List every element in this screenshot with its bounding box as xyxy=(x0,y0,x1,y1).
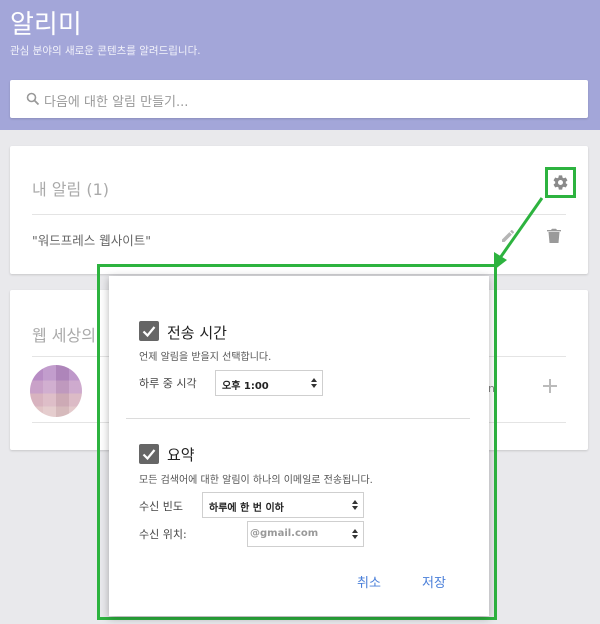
time-of-day-select[interactable]: 오후 1:00 xyxy=(215,370,323,396)
dialog-divider xyxy=(126,418,470,419)
deliver-to-select[interactable]: @gmail.com xyxy=(247,521,364,547)
save-button[interactable]: 저장 xyxy=(422,572,446,591)
select-arrows-icon xyxy=(352,529,358,539)
delivery-checkbox[interactable] xyxy=(139,321,159,341)
delivery-section-label: 전송 시간 xyxy=(167,324,227,342)
frequency-value: 하루에 한 번 이하 xyxy=(209,503,284,514)
plus-icon[interactable] xyxy=(542,378,558,394)
cancel-button[interactable]: 취소 xyxy=(357,572,381,591)
time-of-day-value: 오후 1:00 xyxy=(222,381,269,392)
digest-description: 모든 검색어에 대한 알림이 하나의 이메일로 전송됩니다. xyxy=(139,475,373,486)
my-alerts-title: 내 알림 (1) xyxy=(32,176,109,200)
check-icon xyxy=(142,449,156,461)
header-bar: 알리미 관심 분야의 새로운 콘텐츠를 알려드립니다. 다음에 대한 알림 만들… xyxy=(0,0,600,130)
digest-section-label: 요약 xyxy=(167,446,195,464)
time-of-day-label: 하루 중 시각 xyxy=(139,377,197,390)
deliver-to-value: @gmail.com xyxy=(250,528,319,539)
alert-item-label[interactable]: "워드프레스 웹사이트" xyxy=(32,230,151,249)
my-alerts-count: (1) xyxy=(86,180,110,199)
search-input[interactable]: 다음에 대한 알림 만들기... xyxy=(10,80,588,118)
alert-settings-dialog: 전송 시간 언제 알림을 받을지 선택합니다. 하루 중 시각 오후 1:00 … xyxy=(109,276,489,616)
check-icon xyxy=(142,326,156,338)
web-section-title: 웹 세상의 xyxy=(32,326,96,345)
deliver-to-label: 수신 위치: xyxy=(139,528,187,541)
delivery-description: 언제 알림을 받을지 선택합니다. xyxy=(139,352,272,363)
search-placeholder: 다음에 대한 알림 만들기... xyxy=(44,95,189,110)
select-arrows-icon xyxy=(311,378,317,388)
frequency-label: 수신 빈도 xyxy=(139,500,183,513)
app-subtitle: 관심 분야의 새로운 콘텐츠를 알려드립니다. xyxy=(10,45,201,57)
frequency-select[interactable]: 하루에 한 번 이하 xyxy=(202,492,364,518)
search-icon xyxy=(26,92,40,106)
select-arrows-icon xyxy=(352,500,358,510)
my-alerts-title-text: 내 알림 xyxy=(32,180,82,199)
thumbnail-image xyxy=(30,365,82,417)
digest-checkbox[interactable] xyxy=(139,444,159,464)
app-title: 알리미 xyxy=(10,10,82,40)
gear-icon[interactable] xyxy=(552,174,569,191)
